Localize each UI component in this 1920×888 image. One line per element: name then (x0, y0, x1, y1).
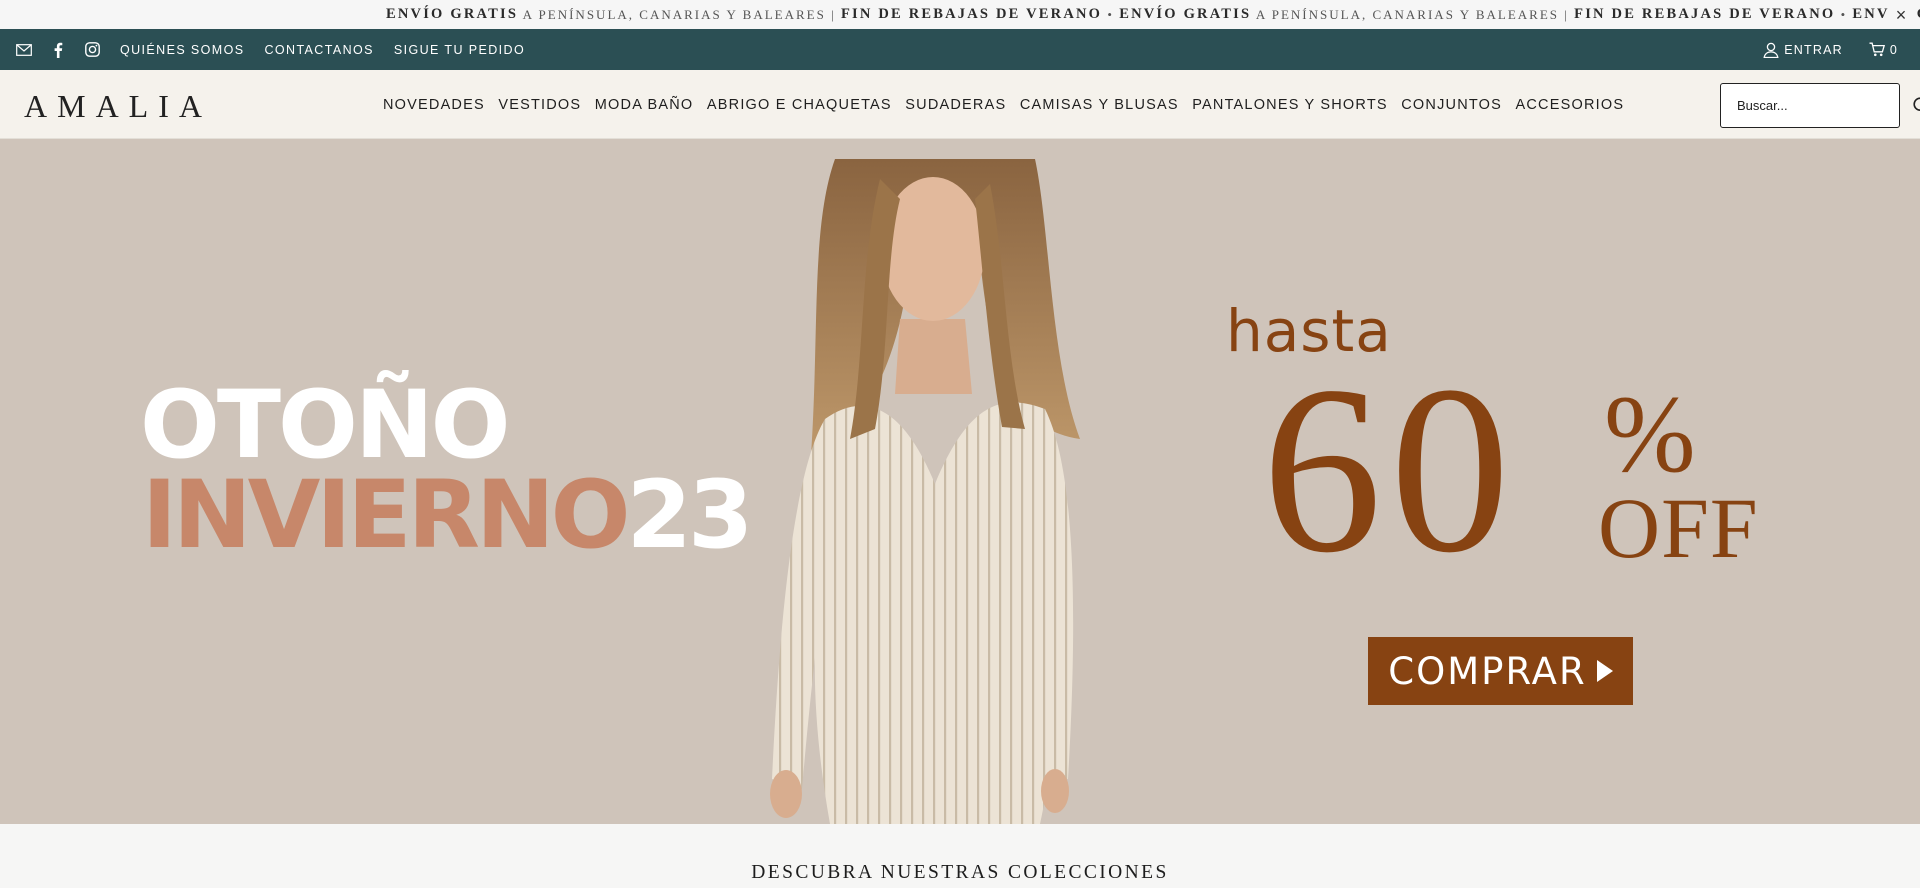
login-button[interactable]: ENTRAR (1763, 42, 1843, 58)
nav-abrigo-chaquetas[interactable]: ABRIGO E CHAQUETAS (707, 97, 892, 113)
nav-accesorios[interactable]: ACCESORIOS (1516, 97, 1625, 113)
play-arrow-icon (1596, 660, 1613, 682)
hero-discount-number: 60 (1262, 336, 1518, 602)
hero-title-year: 23 (626, 461, 754, 570)
search-input[interactable] (1737, 98, 1913, 113)
nav-vestidos[interactable]: VESTIDOS (498, 97, 581, 113)
comprar-label: COMPRAR (1388, 649, 1587, 693)
hero-banner[interactable]: OTOÑO INVIERNO23 hasta 60 % OFF COMPRAR (0, 139, 1920, 824)
link-contactanos[interactable]: CONTACTANOS (264, 43, 373, 57)
announcement-segment: • (1102, 6, 1120, 22)
announcement-segment: A PENÍNSULA, CANARIAS Y BALEARES (518, 6, 832, 22)
cart-icon (1869, 42, 1885, 57)
hero-title-invierno-word: INVIERNO (142, 461, 631, 570)
hero-percent-sign: % (1604, 373, 1696, 495)
social-icons (14, 40, 102, 60)
close-icon[interactable]: × (1890, 4, 1912, 26)
utility-links: QUIÉNES SOMOS CONTACTANOS SIGUE TU PEDID… (120, 43, 525, 57)
utility-bar: QUIÉNES SOMOS CONTACTANOS SIGUE TU PEDID… (0, 29, 1920, 70)
logo[interactable]: AMALIA (24, 88, 212, 125)
announcement-segment: FIN DE REBAJAS DE VERANO (1574, 6, 1836, 22)
nav-sudaderas[interactable]: SUDADERAS (905, 97, 1006, 113)
nav-conjuntos[interactable]: CONJUNTOS (1401, 97, 1502, 113)
search-box (1720, 83, 1920, 128)
comprar-button[interactable]: COMPRAR (1368, 637, 1633, 705)
instagram-icon[interactable] (82, 40, 102, 60)
login-label: ENTRAR (1784, 42, 1843, 57)
main-nav: NOVEDADES VESTIDOS MODA BAÑO ABRIGO E CH… (383, 70, 1638, 139)
link-sigue-tu-pedido[interactable]: SIGUE TU PEDIDO (394, 43, 525, 57)
cart-count: 0 (1889, 42, 1898, 57)
hero-title-otono: OTOÑO (140, 371, 511, 480)
announcement-marquee: ENVÍO GRATIS A PENÍNSULA, CANARIAS Y BAL… (386, 0, 1920, 29)
nav-moda-bano[interactable]: MODA BAÑO (595, 97, 694, 113)
main-header: AMALIA NOVEDADES VESTIDOS MODA BAÑO ABRI… (0, 70, 1920, 139)
model-image (770, 159, 1080, 824)
nav-pantalones-shorts[interactable]: PANTALONES Y SHORTS (1192, 97, 1388, 113)
announcement-bar: ENVÍO GRATIS A PENÍNSULA, CANARIAS Y BAL… (0, 0, 1920, 29)
announcement-segment: | (831, 6, 841, 22)
user-icon (1763, 42, 1779, 58)
nav-novedades[interactable]: NOVEDADES (383, 97, 485, 113)
facebook-icon[interactable] (48, 40, 68, 60)
account-area: ENTRAR 0 (1763, 42, 1898, 58)
announcement-segment: ENVÍO GRATIS (386, 6, 519, 22)
announcement-segment: • (1835, 6, 1853, 22)
hero-title-invierno: INVIERNO23 (142, 469, 753, 563)
nav-camisas-blusas[interactable]: CAMISAS Y BLUSAS (1020, 97, 1179, 113)
collections-heading: DESCUBRA NUESTRAS COLECCIONES (751, 862, 1169, 883)
hero-off: OFF (1598, 480, 1759, 576)
search-icon[interactable] (1913, 95, 1920, 117)
mail-icon[interactable] (14, 40, 34, 60)
announcement-segment: A PENÍNSULA, CANARIAS Y BALEARES (1251, 6, 1565, 22)
announcement-segment: | (1564, 6, 1575, 22)
cart-button[interactable]: 0 (1869, 42, 1898, 57)
announcement-segment: FIN DE REBAJAS DE VERANO (840, 6, 1103, 22)
announcement-segment: ENVÍO GRATIS (1119, 6, 1252, 22)
link-quienes-somos[interactable]: QUIÉNES SOMOS (120, 43, 244, 57)
